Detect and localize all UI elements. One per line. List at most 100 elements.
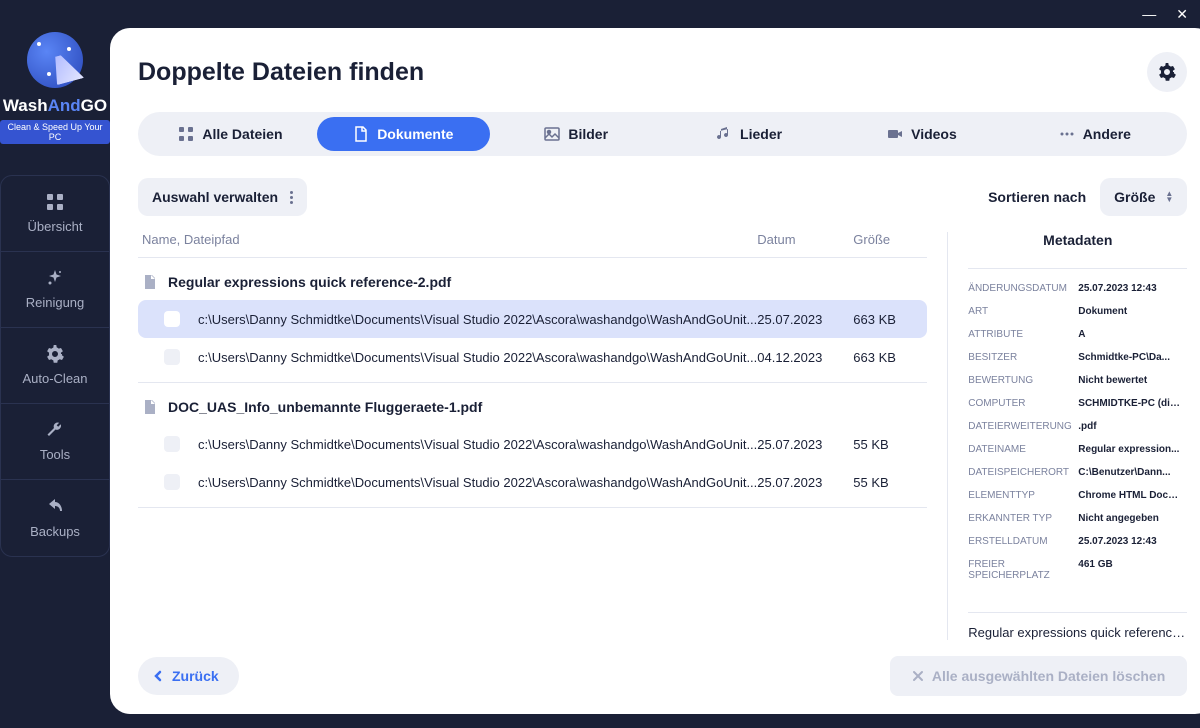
- file-size: 663 KB: [853, 312, 923, 327]
- metadata-row: ÄNDERUNGSDATUM25.07.2023 12:43: [968, 283, 1181, 294]
- file-size: 55 KB: [853, 437, 923, 452]
- sort-arrows-icon: ▲▼: [1165, 191, 1173, 203]
- metadata-label: DATEINAME: [968, 444, 1078, 455]
- dots-icon: [1059, 126, 1075, 142]
- sidebar: WashAndGO Clean & Speed Up Your PC Übers…: [0, 28, 110, 728]
- metadata-value: 25.07.2023 12:43: [1078, 536, 1181, 547]
- undo-icon: [46, 498, 64, 516]
- delete-all-button[interactable]: Alle ausgewählten Dateien löschen: [890, 656, 1187, 696]
- wrench-icon: [46, 421, 64, 439]
- metadata-value: Chrome HTML Docu...: [1078, 490, 1181, 501]
- metadata-label: DATEISPEICHERORT: [968, 467, 1078, 478]
- tab-all-files[interactable]: Alle Dateien: [144, 117, 317, 151]
- metadata-value: 25.07.2023 12:43: [1078, 283, 1181, 294]
- metadata-label: ERSTELLDATUM: [968, 536, 1078, 547]
- music-icon: [716, 126, 732, 142]
- file-icon: [142, 399, 158, 415]
- col-size: Größe: [853, 232, 923, 247]
- metadata-row: ATTRIBUTEA: [968, 329, 1181, 340]
- back-button[interactable]: Zurück: [138, 657, 239, 695]
- filter-tabs: Alle Dateien Dokumente Bilder Lieder Vid…: [138, 112, 1187, 156]
- metadata-row: BESITZERSchmidtke-PC\Da...: [968, 352, 1181, 363]
- metadata-row: ARTDokument: [968, 306, 1181, 317]
- metadata-label: ÄNDERUNGSDATUM: [968, 283, 1078, 294]
- metadata-value: .pdf: [1078, 421, 1181, 432]
- checkbox[interactable]: [164, 311, 180, 327]
- metadata-value: 461 GB: [1078, 559, 1181, 581]
- file-date: 25.07.2023: [757, 437, 853, 452]
- page-title: Doppelte Dateien finden: [138, 58, 424, 87]
- file-path: c:\Users\Danny Schmidtke\Documents\Visua…: [198, 350, 757, 365]
- metadata-row: DATEINAMERegular expression...: [968, 444, 1181, 455]
- group-header[interactable]: Regular expressions quick reference-2.pd…: [138, 258, 927, 300]
- metadata-row: COMPUTERSCHMIDTKE-PC (die...: [968, 398, 1181, 409]
- metadata-row: ERKANNTER TYPNicht angegeben: [968, 513, 1181, 524]
- checkbox[interactable]: [164, 436, 180, 452]
- tab-images[interactable]: Bilder: [490, 117, 663, 151]
- file-size: 55 KB: [853, 475, 923, 490]
- sparkle-icon: [46, 269, 64, 287]
- col-date: Datum: [757, 232, 853, 247]
- metadata-panel: Metadaten ÄNDERUNGSDATUM25.07.2023 12:43…: [947, 232, 1187, 640]
- nav-tools[interactable]: Tools: [1, 404, 109, 480]
- grid-icon: [46, 193, 64, 211]
- group-header[interactable]: DOC_UAS_Info_unbemannte Fluggeraete-1.pd…: [138, 383, 927, 425]
- metadata-row: ELEMENTTYPChrome HTML Docu...: [968, 490, 1181, 501]
- close-icon: [912, 670, 924, 682]
- more-icon: [290, 191, 293, 204]
- table-row[interactable]: c:\Users\Danny Schmidtke\Documents\Visua…: [138, 463, 927, 501]
- close-button[interactable]: ✕: [1176, 6, 1188, 23]
- group-name: DOC_UAS_Info_unbemannte Fluggeraete-1.pd…: [168, 399, 482, 415]
- file-date: 25.07.2023: [757, 312, 853, 327]
- tab-videos[interactable]: Videos: [836, 117, 1009, 151]
- metadata-value: A: [1078, 329, 1181, 340]
- metadata-value: Nicht bewertet: [1078, 375, 1181, 386]
- sort-label: Sortieren nach: [988, 189, 1086, 205]
- checkbox[interactable]: [164, 349, 180, 365]
- image-icon: [544, 126, 560, 142]
- group-name: Regular expressions quick reference-2.pd…: [168, 274, 451, 290]
- titlebar: — ✕: [0, 0, 1200, 28]
- metadata-filename: Regular expressions quick reference...: [968, 612, 1187, 640]
- metadata-value: Dokument: [1078, 306, 1181, 317]
- nav-backups[interactable]: Backups: [1, 480, 109, 556]
- checkbox[interactable]: [164, 474, 180, 490]
- metadata-label: BEWERTUNG: [968, 375, 1078, 386]
- metadata-value: C:\Benutzer\Dann...: [1078, 467, 1181, 478]
- nav: Übersicht Reinigung Auto-Clean Tools Bac…: [0, 175, 110, 557]
- file-size: 663 KB: [853, 350, 923, 365]
- col-name: Name, Dateipfad: [142, 232, 757, 247]
- file-path: c:\Users\Danny Schmidtke\Documents\Visua…: [198, 312, 757, 327]
- main-panel: Doppelte Dateien finden Alle Dateien Dok…: [110, 28, 1200, 714]
- manage-selection-button[interactable]: Auswahl verwalten: [138, 178, 307, 216]
- table-row[interactable]: c:\Users\Danny Schmidtke\Documents\Visua…: [138, 300, 927, 338]
- metadata-label: FREIER SPEICHERPLATZ: [968, 559, 1078, 581]
- file-path: c:\Users\Danny Schmidtke\Documents\Visua…: [198, 475, 757, 490]
- nav-autoclean[interactable]: Auto-Clean: [1, 328, 109, 404]
- logo-icon: [27, 32, 83, 88]
- table-row[interactable]: c:\Users\Danny Schmidtke\Documents\Visua…: [138, 338, 927, 376]
- metadata-value: Schmidtke-PC\Da...: [1078, 352, 1181, 363]
- metadata-label: ERKANNTER TYP: [968, 513, 1078, 524]
- gear-icon: [46, 345, 64, 363]
- nav-cleaning[interactable]: Reinigung: [1, 252, 109, 328]
- table-row[interactable]: c:\Users\Danny Schmidtke\Documents\Visua…: [138, 425, 927, 463]
- sort-select[interactable]: Größe ▲▼: [1100, 178, 1187, 216]
- minimize-button[interactable]: —: [1142, 6, 1156, 22]
- tab-documents[interactable]: Dokumente: [317, 117, 490, 151]
- file-date: 04.12.2023: [757, 350, 853, 365]
- tab-other[interactable]: Andere: [1008, 117, 1181, 151]
- metadata-row: ERSTELLDATUM25.07.2023 12:43: [968, 536, 1181, 547]
- metadata-row: BEWERTUNGNicht bewertet: [968, 375, 1181, 386]
- settings-button[interactable]: [1147, 52, 1187, 92]
- metadata-value: Nicht angegeben: [1078, 513, 1181, 524]
- metadata-label: COMPUTER: [968, 398, 1078, 409]
- metadata-label: BESITZER: [968, 352, 1078, 363]
- metadata-row: DATEISPEICHERORTC:\Benutzer\Dann...: [968, 467, 1181, 478]
- file-icon: [142, 274, 158, 290]
- video-icon: [887, 126, 903, 142]
- nav-overview[interactable]: Übersicht: [1, 176, 109, 252]
- metadata-label: DATEIERWEITERUNG: [968, 421, 1078, 432]
- tab-songs[interactable]: Lieder: [663, 117, 836, 151]
- brand-name: WashAndGO: [0, 96, 110, 116]
